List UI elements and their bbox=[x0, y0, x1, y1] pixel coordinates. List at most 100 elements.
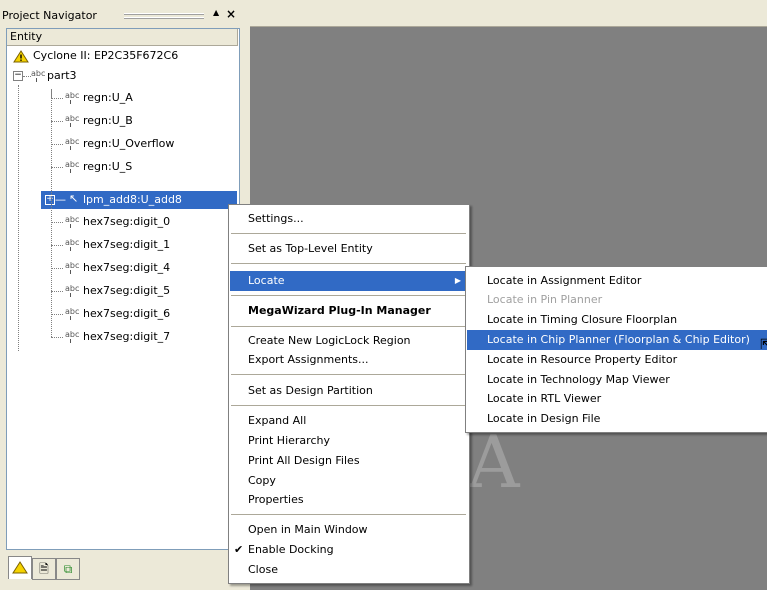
tree-item[interactable]: abc hex7seg:digit_5 bbox=[7, 282, 237, 300]
context-menu: Settings... Set as Top-Level Entity Loca… bbox=[228, 204, 470, 584]
checkmark-icon: ✔ bbox=[234, 543, 244, 556]
submenu-item-pin-planner: Locate in Pin Planner bbox=[487, 293, 603, 306]
submenu-item-chip-planner[interactable]: Locate in Chip Planner (Floorplan & Chip… bbox=[467, 330, 767, 350]
tab-hierarchy[interactable] bbox=[8, 556, 32, 579]
tree-line: — bbox=[55, 193, 66, 206]
menu-item-copy[interactable]: Copy bbox=[230, 471, 467, 491]
grip-line bbox=[124, 17, 204, 19]
submenu-item-timing-closure[interactable]: Locate in Timing Closure Floorplan bbox=[467, 310, 767, 330]
device-label: Cyclone II: EP2C35F672C6 bbox=[33, 49, 179, 62]
tree-line bbox=[51, 98, 63, 99]
close-icon[interactable]: × bbox=[226, 7, 236, 21]
tree-line bbox=[51, 268, 63, 269]
entity-icon: abc bbox=[65, 262, 79, 274]
tree-item[interactable]: abc hex7seg:digit_7 bbox=[7, 328, 237, 346]
tree-item[interactable]: abc hex7seg:digit_4 bbox=[7, 259, 237, 277]
tree-line bbox=[51, 89, 52, 337]
tree-line bbox=[51, 314, 63, 315]
entity-icon: abc bbox=[65, 115, 79, 127]
menu-separator bbox=[231, 405, 466, 406]
file-icon: 🗎 bbox=[39, 562, 49, 576]
tree-item-selected[interactable]: + — ↖ lpm_add8:U_add8 bbox=[41, 191, 237, 209]
tree-item-label: hex7seg:digit_7 bbox=[83, 330, 171, 343]
menu-separator bbox=[231, 326, 466, 327]
menu-item-locate-label: Locate bbox=[248, 274, 285, 287]
tree-item-label: hex7seg:digit_4 bbox=[83, 261, 171, 274]
warning-icon bbox=[12, 561, 28, 574]
menu-item-print-hierarchy[interactable]: Print Hierarchy bbox=[230, 431, 467, 451]
entity-column-header[interactable]: Entity bbox=[7, 29, 238, 46]
tree-item[interactable]: abc regn:U_B bbox=[7, 112, 237, 130]
tree-line bbox=[51, 337, 63, 338]
tree-item[interactable]: abc hex7seg:digit_6 bbox=[7, 305, 237, 323]
menu-item-export[interactable]: Export Assignments... bbox=[230, 350, 467, 370]
menu-item-megawizard[interactable]: MegaWizard Plug-In Manager bbox=[230, 301, 467, 321]
tree-item-label: hex7seg:digit_1 bbox=[83, 238, 171, 251]
workspace-toolbar-strip bbox=[250, 0, 767, 27]
tree-item-label: hex7seg:digit_0 bbox=[83, 215, 171, 228]
menu-separator bbox=[231, 295, 466, 296]
entity-icon: abc bbox=[65, 216, 79, 228]
tree-item-label: regn:U_Overflow bbox=[83, 137, 175, 150]
tab-files[interactable]: 🗎 bbox=[32, 558, 56, 580]
collapse-icon[interactable]: ▲ bbox=[213, 8, 219, 17]
megafunction-icon: ↖ bbox=[69, 192, 79, 205]
submenu-item-assignment-editor[interactable]: Locate in Assignment Editor bbox=[467, 271, 767, 291]
menu-item-locate[interactable]: Locate ▶ bbox=[230, 271, 467, 291]
entity-icon: abc bbox=[65, 138, 79, 150]
menu-item-logiclock[interactable]: Create New LogicLock Region bbox=[230, 331, 467, 351]
expand-toggle-icon[interactable]: + bbox=[45, 195, 55, 205]
tree-line bbox=[51, 291, 63, 292]
submenu-item-design-file[interactable]: Locate in Design File bbox=[467, 409, 767, 429]
menu-item-open-main[interactable]: Open in Main Window bbox=[230, 520, 467, 540]
device-row[interactable]: Cyclone II: EP2C35F672C6 bbox=[7, 47, 237, 65]
tree-item-label: regn:U_S bbox=[83, 160, 133, 173]
tree-item[interactable]: abc regn:U_Overflow bbox=[7, 135, 237, 153]
tree-line bbox=[51, 144, 63, 145]
tree-item-label: lpm_add8:U_add8 bbox=[83, 193, 182, 206]
locate-submenu: Locate in Assignment Editor Locate in Pi… bbox=[465, 266, 767, 433]
root-label: part3 bbox=[47, 69, 77, 82]
menu-item-expand-all[interactable]: Expand All bbox=[230, 411, 467, 431]
grip-line bbox=[124, 13, 204, 15]
tree-line bbox=[51, 121, 63, 122]
tree-line bbox=[51, 222, 63, 223]
tab-design-units[interactable]: ⧉ bbox=[56, 558, 80, 580]
menu-item-print-files[interactable]: Print All Design Files bbox=[230, 451, 467, 471]
tree-item[interactable]: abc hex7seg:digit_0 bbox=[7, 213, 237, 231]
warning-icon bbox=[13, 50, 29, 63]
submenu-item-technology-map[interactable]: Locate in Technology Map Viewer bbox=[467, 370, 767, 390]
tree-item[interactable]: abc regn:U_A bbox=[7, 89, 237, 107]
entity-icon: abc bbox=[31, 70, 45, 82]
tree-item-label: regn:U_B bbox=[83, 114, 133, 127]
tree-root-row[interactable]: − abc part3 bbox=[7, 67, 237, 85]
navigator-titlebar[interactable]: Project Navigator ▲ × bbox=[0, 7, 247, 24]
entity-icon: abc bbox=[65, 285, 79, 297]
hierarchy-tree[interactable]: Entity Cyclone II: EP2C35F672C6 − abc pa… bbox=[6, 28, 240, 550]
entity-icon: abc bbox=[65, 161, 79, 173]
menu-item-design-partition[interactable]: Set as Design Partition bbox=[230, 381, 467, 401]
menu-item-enable-docking[interactable]: ✔ Enable Docking bbox=[230, 540, 467, 560]
tree-item-label: regn:U_A bbox=[83, 91, 133, 104]
tree-item[interactable]: abc hex7seg:digit_1 bbox=[7, 236, 237, 254]
entity-icon: abc bbox=[65, 331, 79, 343]
menu-item-settings[interactable]: Settings... bbox=[230, 209, 467, 229]
menu-separator bbox=[231, 263, 466, 264]
tree-item-label: hex7seg:digit_6 bbox=[83, 307, 171, 320]
menu-item-close[interactable]: Close bbox=[230, 560, 467, 580]
menu-separator bbox=[231, 514, 466, 515]
menu-separator bbox=[231, 233, 466, 234]
column-header-label: Entity bbox=[10, 30, 43, 43]
tree-line bbox=[51, 245, 63, 246]
submenu-item-rtl-viewer[interactable]: Locate in RTL Viewer bbox=[467, 389, 767, 409]
submenu-item-resource-property[interactable]: Locate in Resource Property Editor bbox=[467, 350, 767, 370]
submenu-arrow-icon: ▶ bbox=[454, 276, 461, 285]
menu-item-set-top-level[interactable]: Set as Top-Level Entity bbox=[230, 239, 467, 259]
project-navigator-panel: Project Navigator ▲ × Entity Cyclone II:… bbox=[0, 0, 250, 590]
navigator-title: Project Navigator bbox=[2, 9, 97, 22]
design-units-icon: ⧉ bbox=[63, 562, 73, 576]
collapse-toggle-icon[interactable]: − bbox=[13, 71, 23, 81]
entity-icon: abc bbox=[65, 308, 79, 320]
tree-item[interactable]: abc regn:U_S bbox=[7, 158, 237, 176]
menu-item-properties[interactable]: Properties bbox=[230, 490, 467, 510]
